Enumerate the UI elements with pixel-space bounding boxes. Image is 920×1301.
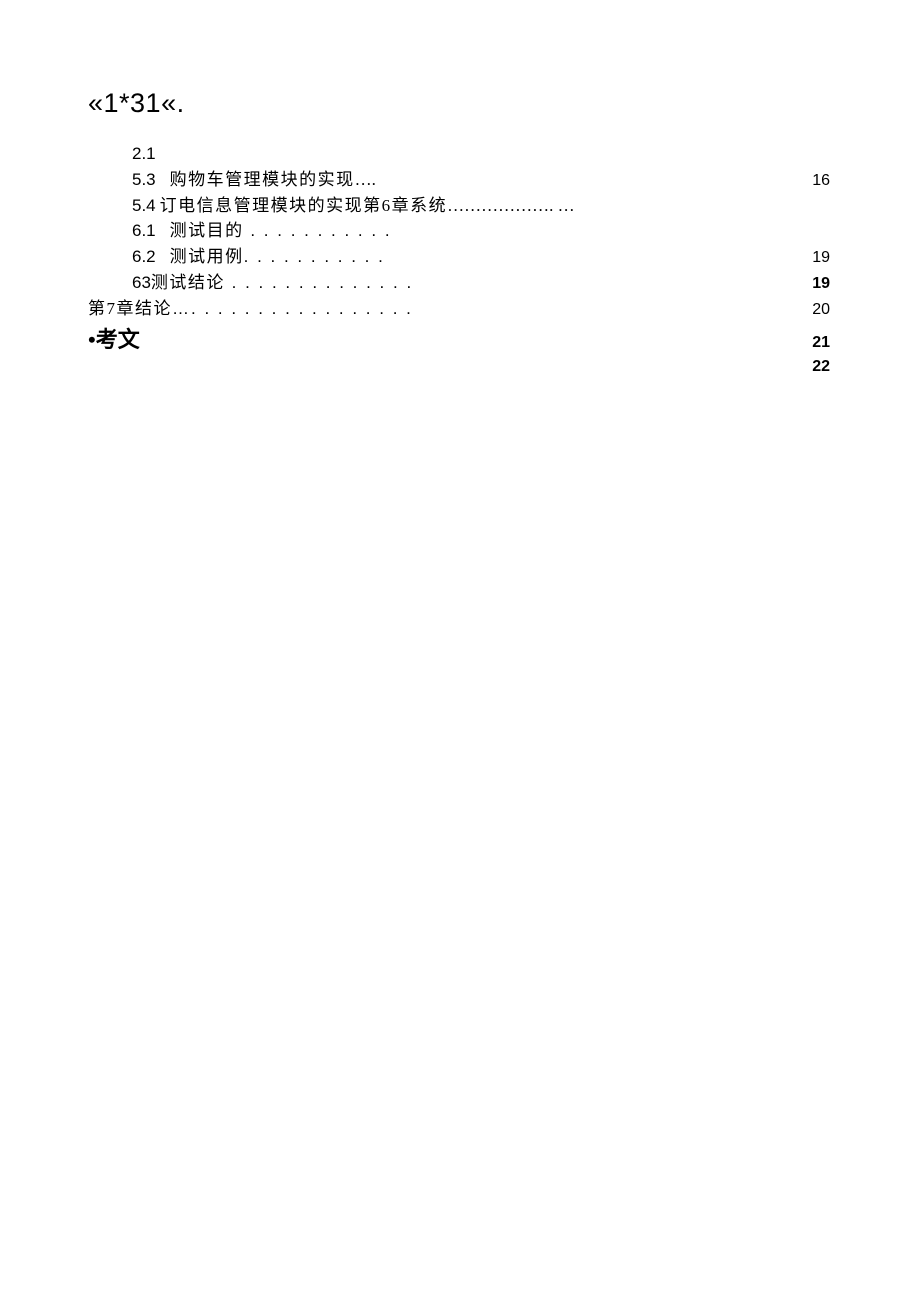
toc-entry: 63测试结论 . . . . . . . . . . . . . . xyxy=(88,270,413,296)
toc-page-number: 19 xyxy=(800,246,830,270)
toc-number: 2.1 xyxy=(132,141,156,167)
toc-page-number: 22 xyxy=(800,355,830,379)
toc-entry: 5.4订电信息管理模块的实现第6章系统………………. … xyxy=(88,193,575,219)
trailing-pages: 21 22 xyxy=(800,331,830,379)
toc-title: 测试结论 xyxy=(151,273,225,292)
toc-dots: ………………. … xyxy=(447,196,575,215)
toc-entry-kaowen: •考文 xyxy=(88,323,140,356)
toc-entry: 2.1 xyxy=(88,141,156,167)
toc-dots: . . . . . . . . . . . xyxy=(244,247,385,266)
toc-number: 5.3 xyxy=(132,167,156,193)
toc-entry: 6.2 测试用例. . . . . . . . . . . xyxy=(88,244,385,270)
toc-number: 63 xyxy=(132,270,151,296)
toc-page-number: 16 xyxy=(800,169,830,193)
toc-number: 5.4 xyxy=(132,193,156,219)
page-heading: «1*31«. xyxy=(88,88,830,119)
toc-row: 5.3 购物车管理模块的实现…. 16 xyxy=(88,167,830,193)
toc-row: •考文 21 22 xyxy=(88,322,830,379)
toc-title: 订电信息管理模块的实现第6章系统 xyxy=(160,196,448,215)
toc-row: 5.4订电信息管理模块的实现第6章系统………………. … xyxy=(88,193,830,219)
toc-dots: …. . . . . . . . . . . . . . . . . xyxy=(172,299,413,318)
toc-title: 购物车管理模块的实现 xyxy=(170,170,355,189)
toc-row: 6.1 测试目的 . . . . . . . . . . . xyxy=(88,218,830,244)
toc-entry: 第7章结论…. . . . . . . . . . . . . . . . . xyxy=(88,296,413,322)
toc-number: 6.1 xyxy=(132,218,156,244)
toc-row: 2.1 xyxy=(88,141,830,167)
toc-title: 第7章结论 xyxy=(88,299,172,318)
toc-title: 测试目的 xyxy=(170,221,244,240)
document-page: «1*31«. 2.1 5.3 购物车管理模块的实现…. 16 5.4订电信息管理… xyxy=(0,0,920,379)
toc-dots: . . . . . . . . . . . . . . xyxy=(225,273,413,292)
table-of-contents: 2.1 5.3 购物车管理模块的实现…. 16 5.4订电信息管理模块的实现第6章… xyxy=(88,141,830,379)
toc-page-number: 19 xyxy=(800,272,830,296)
toc-entry: 5.3 购物车管理模块的实现…. xyxy=(88,167,376,193)
toc-page-number: 21 xyxy=(800,331,830,355)
toc-row: 6.2 测试用例. . . . . . . . . . . 19 xyxy=(88,244,830,270)
toc-page-number: 20 xyxy=(800,298,830,322)
toc-entry: 6.1 测试目的 . . . . . . . . . . . xyxy=(88,218,392,244)
toc-row: 63测试结论 . . . . . . . . . . . . . . 19 xyxy=(88,270,830,296)
toc-row: 第7章结论…. . . . . . . . . . . . . . . . . … xyxy=(88,296,830,322)
toc-dots: . . . . . . . . . . . xyxy=(244,221,392,240)
toc-number: 6.2 xyxy=(132,244,156,270)
toc-title: 测试用例 xyxy=(170,247,244,266)
toc-dots: …. xyxy=(355,170,376,189)
